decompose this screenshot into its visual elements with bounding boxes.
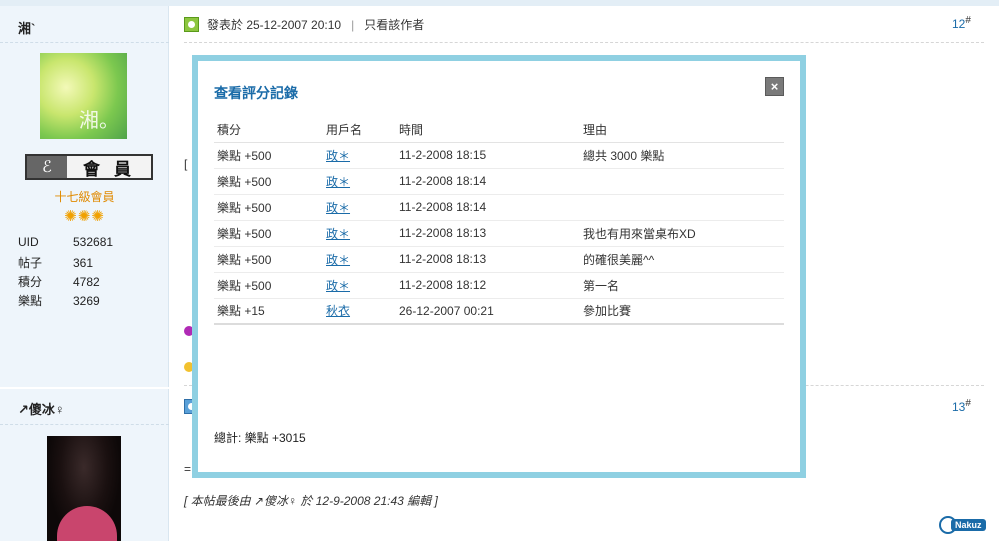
- user-link[interactable]: 政＊: [326, 201, 350, 215]
- divider: [184, 42, 984, 43]
- table-row: 樂點 +15 秋衣 26-12-2007 00:21 參加比賽: [214, 298, 784, 325]
- column-header: 理由: [580, 117, 784, 143]
- post2-author-name[interactable]: ↗傻冰♀: [18, 399, 65, 418]
- dialog-title: 查看評分記錄: [214, 85, 298, 101]
- time-cell: 11-2-2008 18:13: [396, 220, 580, 247]
- post-header: 發表於 25-12-2007 20:10 | 只看該作者: [184, 16, 424, 33]
- close-button[interactable]: ×: [765, 77, 784, 96]
- table-row: 樂點 +500 政＊ 11-2-2008 18:13 我也有用來當桌布XD: [214, 220, 784, 247]
- floor-number[interactable]: 13#: [952, 398, 971, 414]
- divider: [0, 387, 169, 389]
- column-header: 用戶名: [323, 117, 396, 143]
- floor-number[interactable]: 12#: [952, 15, 971, 31]
- rating-history-dialog: 查看評分記錄 × 積分 用戶名 時間 理由 樂點 +500 政＊ 11-2-20…: [192, 55, 806, 478]
- avatar-text: 湘。: [79, 108, 119, 132]
- table-row: 樂點 +500 政＊ 11-2-2008 18:14: [214, 168, 784, 195]
- rank-stars: ✺✺✺: [64, 208, 105, 225]
- post-fragment: [: [184, 157, 188, 171]
- stat-credits: 積分 4782: [18, 275, 100, 289]
- brand-logo: Nakuz: [939, 516, 989, 534]
- post1-author-name[interactable]: 湘`: [18, 18, 35, 37]
- user-cell: 政＊: [323, 142, 396, 169]
- reason-cell: 第一名: [580, 272, 784, 299]
- stat-uid: UID 532681: [18, 235, 114, 249]
- time-cell: 26-12-2007 00:21: [396, 298, 580, 325]
- time-cell: 11-2-2008 18:12: [396, 272, 580, 299]
- user-cell: 政＊: [323, 272, 396, 299]
- reason-cell: 我也有用來當桌布XD: [580, 220, 784, 247]
- user-link[interactable]: 政＊: [326, 279, 350, 293]
- user-link[interactable]: 秋衣: [326, 304, 350, 318]
- brand-logo-text: Nakuz: [951, 519, 986, 531]
- only-author-link[interactable]: 只看該作者: [364, 16, 424, 33]
- stat-points: 樂點 3269: [18, 294, 100, 308]
- table-row: 樂點 +500 政＊ 11-2-2008 18:13 的確很美麗^^: [214, 246, 784, 273]
- table-row: 樂點 +500 政＊ 11-2-2008 18:12 第一名: [214, 272, 784, 299]
- points-cell: 樂點 +500: [214, 272, 323, 299]
- reason-cell: [580, 194, 784, 221]
- rating-table: 積分 用戶名 時間 理由 樂點 +500 政＊ 11-2-2008 18:15 …: [214, 117, 784, 325]
- user-cell: 政＊: [323, 246, 396, 273]
- points-cell: 樂點 +500: [214, 168, 323, 195]
- avatar[interactable]: [47, 436, 121, 541]
- time-cell: 11-2-2008 18:14: [396, 194, 580, 221]
- user-link[interactable]: 政＊: [326, 175, 350, 189]
- user-link[interactable]: 政＊: [326, 149, 350, 163]
- points-cell: 樂點 +500: [214, 246, 323, 273]
- user-link[interactable]: 政＊: [326, 227, 350, 241]
- divider: [0, 424, 169, 425]
- rating-total: 總計: 樂點 +3015: [214, 431, 306, 445]
- table-row: 樂點 +500 政＊ 11-2-2008 18:15 總共 3000 樂點: [214, 142, 784, 169]
- avatar[interactable]: 湘。: [40, 53, 127, 139]
- points-cell: 樂點 +500: [214, 220, 323, 247]
- edit-note: [ 本帖最後由 ↗傻冰♀ 於 12-9-2008 21:43 編輯 ]: [184, 494, 438, 508]
- points-cell: 樂點 +500: [214, 194, 323, 221]
- stat-posts: 帖子 361: [18, 256, 94, 270]
- user-cell: 政＊: [323, 194, 396, 221]
- user-sidebar: 湘` 湘。 ℰ 會員 十七級會員 ✺✺✺ UID 532681 帖子 361 積分 4…: [0, 6, 169, 541]
- points-cell: 樂點 +15: [214, 298, 323, 325]
- post-date: 發表於 25-12-2007 20:10: [207, 18, 342, 32]
- post-fragment: =: [184, 462, 192, 476]
- time-cell: 11-2-2008 18:14: [396, 168, 580, 195]
- reason-cell: 總共 3000 樂點: [580, 142, 784, 169]
- reason-cell: 參加比賽: [580, 298, 784, 325]
- member-badge-label: 會員: [83, 159, 145, 179]
- reason-cell: 的確很美麗^^: [580, 246, 784, 273]
- user-cell: 政＊: [323, 220, 396, 247]
- points-cell: 樂點 +500: [214, 142, 323, 169]
- member-logo-icon: ℰ: [27, 156, 67, 178]
- member-badge: ℰ 會員: [25, 154, 153, 180]
- column-header: 時間: [396, 117, 580, 143]
- divider: [0, 42, 169, 43]
- reason-cell: [580, 168, 784, 195]
- table-row: 樂點 +500 政＊ 11-2-2008 18:14: [214, 194, 784, 221]
- user-link[interactable]: 政＊: [326, 253, 350, 267]
- user-cell: 政＊: [323, 168, 396, 195]
- time-cell: 11-2-2008 18:15: [396, 142, 580, 169]
- time-cell: 11-2-2008 18:13: [396, 246, 580, 273]
- column-header: 積分: [214, 117, 323, 143]
- table-header-row: 積分 用戶名 時間 理由: [214, 117, 784, 143]
- user-online-icon: [184, 17, 199, 32]
- user-cell: 秋衣: [323, 298, 396, 325]
- user-level: 十七級會員: [54, 190, 115, 204]
